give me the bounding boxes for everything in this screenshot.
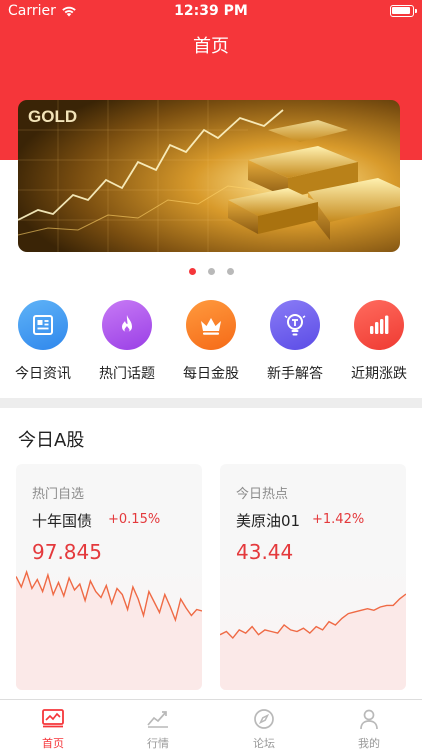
banner-gold-text: GOLD [28, 107, 77, 126]
menu-icon-bg [354, 300, 404, 350]
compass-icon [254, 709, 274, 729]
tab-label: 行情 [147, 737, 169, 750]
newspaper-icon [33, 315, 53, 335]
tab-label: 首页 [42, 737, 64, 750]
section-title: 今日A股 [18, 430, 85, 451]
flame-icon [122, 315, 132, 333]
tab-bar: 首页 行情 论坛 我的 [0, 699, 422, 750]
menu-label: 近期涨跌 [351, 366, 407, 382]
menu-label: 每日金股 [183, 366, 239, 382]
home-chart-icon [42, 709, 64, 728]
card-category: 今日热点 [236, 487, 289, 502]
menu-item-daily-stocks[interactable]: 每日金股 [169, 300, 253, 383]
market-card[interactable]: 今日热点 美原油01 +1.42% 43.44 [220, 464, 406, 690]
menu-label: 热门话题 [99, 366, 155, 382]
status-time: 12:39 PM [174, 3, 248, 19]
tab-forum[interactable]: 论坛 [211, 708, 317, 750]
card-change: +0.15% [108, 512, 161, 527]
sparkline-chart [16, 569, 202, 690]
carousel-dot[interactable] [226, 268, 234, 275]
menu-icon-bg [18, 300, 68, 350]
card-category: 热门自选 [32, 487, 85, 502]
menu-icon-bg [186, 300, 236, 350]
section-divider [0, 398, 422, 408]
carousel-dot[interactable] [207, 268, 215, 275]
menu-item-news[interactable]: 今日资讯 [1, 300, 85, 383]
profile-icon [360, 709, 378, 730]
menu-item-recent-changes[interactable]: 近期涨跌 [337, 300, 421, 383]
tab-profile[interactable]: 我的 [316, 708, 422, 750]
tab-label: 我的 [358, 737, 380, 750]
status-bar: Carrier 12:39 PM [0, 0, 422, 24]
sparkline-chart [220, 593, 406, 690]
card-instrument-name: 十年国债 [32, 512, 93, 530]
market-card[interactable]: 热门自选 十年国债 +0.15% 97.845 [16, 464, 202, 690]
tab-label: 论坛 [253, 737, 275, 750]
page-title: 首页 [193, 36, 229, 57]
carousel-indicator[interactable] [0, 268, 422, 275]
card-change: +1.42% [312, 512, 365, 527]
carousel-dot[interactable] [188, 268, 196, 275]
menu-item-hot-topics[interactable]: 热门话题 [85, 300, 169, 383]
menu-item-beginner-faq[interactable]: 新手解答 [253, 300, 337, 383]
lightbulb-icon [284, 314, 306, 336]
bar-chart-icon [370, 315, 389, 334]
menu-icon-bg [270, 300, 320, 350]
home-screen: Carrier 12:39 PM 首页 GOLD 今日资讯 热门话题 每日金股 … [0, 0, 422, 750]
trend-chart-icon [147, 711, 168, 728]
card-instrument-name: 美原油01 [236, 512, 301, 530]
menu-icon-bg [102, 300, 152, 350]
menu-label: 新手解答 [267, 366, 323, 382]
crown-icon [201, 318, 221, 335]
tab-home[interactable]: 首页 [0, 708, 106, 750]
banner-carousel[interactable]: GOLD [18, 100, 400, 252]
banner-image: GOLD [18, 100, 400, 252]
quick-menu: 今日资讯 热门话题 每日金股 新手解答 近期涨跌 [0, 300, 422, 390]
tab-market[interactable]: 行情 [105, 708, 211, 750]
menu-label: 今日资讯 [15, 366, 71, 382]
battery-icon [390, 5, 417, 17]
